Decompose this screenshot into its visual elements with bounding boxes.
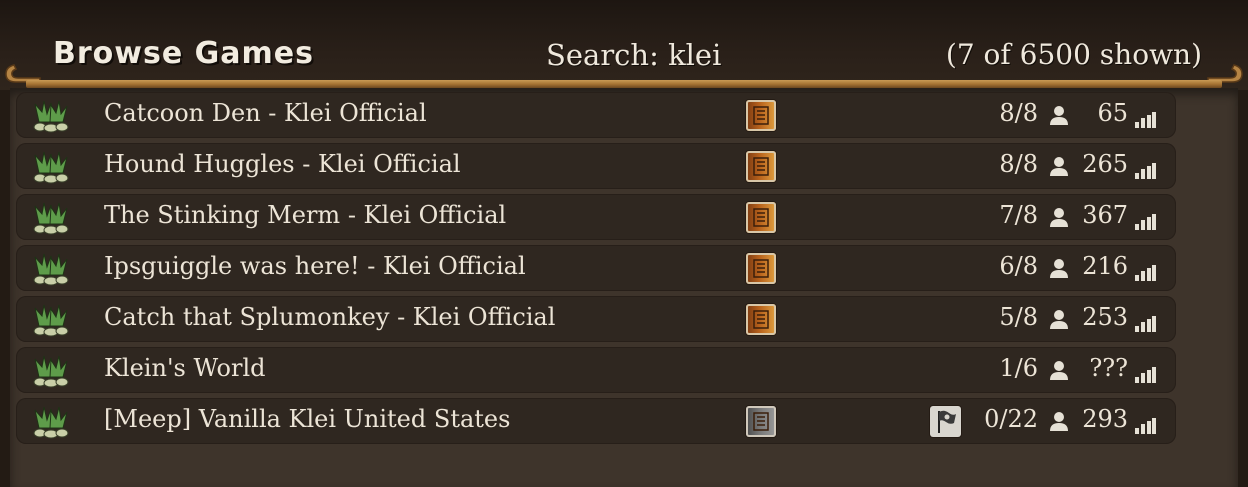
player-count: 1/6 bbox=[999, 354, 1038, 382]
player-count: 0/22 bbox=[984, 405, 1038, 433]
server-name: Hound Huggles - Klei Official bbox=[104, 150, 461, 178]
player-count: 8/8 bbox=[999, 99, 1038, 127]
player-count: 6/8 bbox=[999, 252, 1038, 280]
plant-icon bbox=[33, 202, 69, 235]
plant-icon bbox=[33, 253, 69, 286]
ping-value: 253 bbox=[1082, 303, 1128, 331]
ping-value: 65 bbox=[1097, 99, 1128, 127]
server-list: Catcoon Den - Klei Official 8/8 65 Hound… bbox=[16, 92, 1176, 449]
survival-mode-icon bbox=[746, 151, 776, 182]
player-icon bbox=[1050, 106, 1068, 125]
ping-value: 265 bbox=[1082, 150, 1128, 178]
server-row-7[interactable]: [Meep] Vanilla Klei United States 0/22 2… bbox=[16, 398, 1176, 444]
ping-value: 293 bbox=[1082, 405, 1128, 433]
page-title: Browse Games bbox=[53, 36, 314, 71]
server-row-5[interactable]: Catch that Splumonkey - Klei Official 5/… bbox=[16, 296, 1176, 342]
player-count: 7/8 bbox=[999, 201, 1038, 229]
signal-bars-icon bbox=[1135, 112, 1156, 128]
server-name: Klein's World bbox=[104, 354, 266, 382]
survival-mode-icon bbox=[746, 253, 776, 284]
browse-header: Browse Games Search: klei (7 of 6500 sho… bbox=[0, 0, 1248, 90]
server-row-2[interactable]: Hound Huggles - Klei Official 8/8 265 bbox=[16, 143, 1176, 189]
signal-bars-icon bbox=[1135, 265, 1156, 281]
results-count: (7 of 6500 shown) bbox=[945, 38, 1202, 71]
header-rail bbox=[26, 80, 1222, 88]
search-filter-text[interactable]: Search: klei bbox=[546, 38, 721, 72]
vanilla-mode-icon bbox=[746, 406, 776, 437]
signal-bars-icon bbox=[1135, 418, 1156, 434]
ping-value: 367 bbox=[1082, 201, 1128, 229]
plant-icon bbox=[33, 151, 69, 184]
server-row-1[interactable]: Catcoon Den - Klei Official 8/8 65 bbox=[16, 92, 1176, 138]
server-name: The Stinking Merm - Klei Official bbox=[104, 201, 507, 229]
signal-bars-icon bbox=[1135, 214, 1156, 230]
player-count: 5/8 bbox=[999, 303, 1038, 331]
survival-mode-icon bbox=[746, 304, 776, 335]
survival-mode-icon bbox=[746, 202, 776, 233]
signal-bars-icon bbox=[1135, 316, 1156, 332]
server-name: Ipsguiggle was here! - Klei Official bbox=[104, 252, 526, 280]
server-name: [Meep] Vanilla Klei United States bbox=[104, 405, 511, 433]
server-name: Catch that Splumonkey - Klei Official bbox=[104, 303, 556, 331]
player-icon bbox=[1050, 157, 1068, 176]
pvp-flag-icon bbox=[930, 406, 961, 437]
survival-mode-icon bbox=[746, 100, 776, 131]
signal-bars-icon bbox=[1135, 367, 1156, 383]
plant-icon bbox=[33, 355, 69, 388]
player-count: 8/8 bbox=[999, 150, 1038, 178]
ping-value: ??? bbox=[1089, 354, 1128, 382]
player-icon bbox=[1050, 310, 1068, 329]
plant-icon bbox=[33, 406, 69, 439]
plant-icon bbox=[33, 100, 69, 133]
server-row-4[interactable]: Ipsguiggle was here! - Klei Official 6/8… bbox=[16, 245, 1176, 291]
server-row-6[interactable]: Klein's World 1/6 ??? bbox=[16, 347, 1176, 393]
plant-icon bbox=[33, 304, 69, 337]
player-icon bbox=[1050, 259, 1068, 278]
server-row-3[interactable]: The Stinking Merm - Klei Official 7/8 36… bbox=[16, 194, 1176, 240]
player-icon bbox=[1050, 208, 1068, 227]
player-icon bbox=[1050, 361, 1068, 380]
server-name: Catcoon Den - Klei Official bbox=[104, 99, 427, 127]
ping-value: 216 bbox=[1082, 252, 1128, 280]
signal-bars-icon bbox=[1135, 163, 1156, 179]
player-icon bbox=[1050, 412, 1068, 431]
